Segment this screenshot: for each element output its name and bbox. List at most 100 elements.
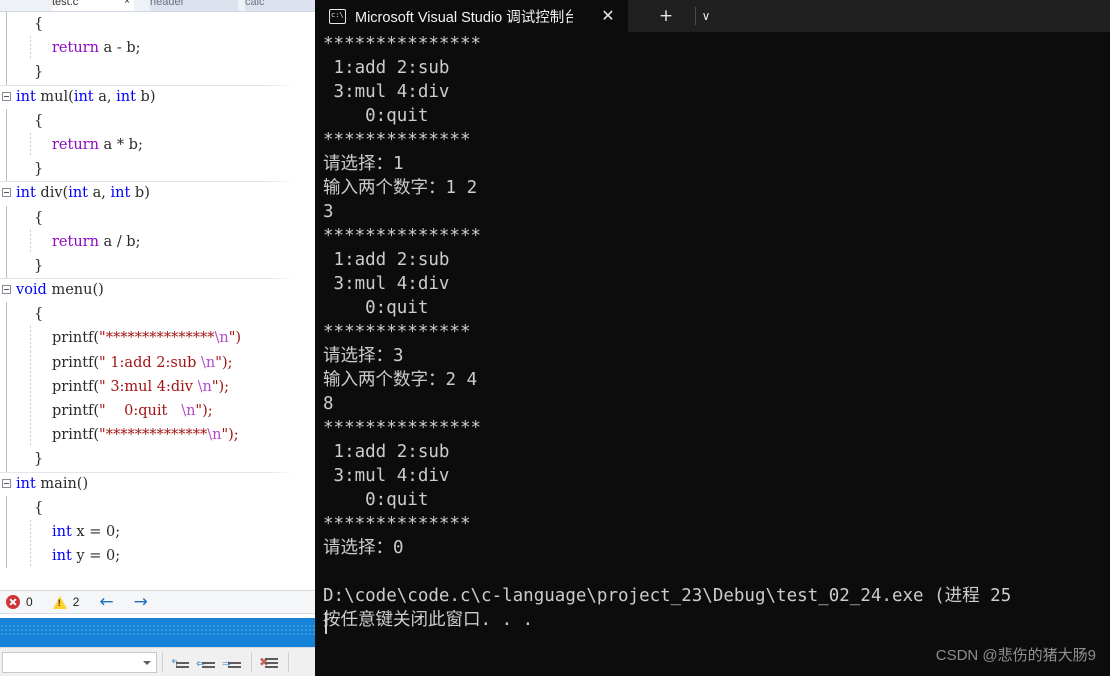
code-token: " 3:mul 4:div [99,378,198,395]
code-token: "*************** [99,330,215,347]
indent-guide [30,36,31,61]
csdn-watermark: CSDN @悲伤的猪大肠9 [935,647,1096,664]
code-token: { [34,112,44,129]
code-text: int y = 0; [16,548,120,564]
code-text: return a / b; [16,234,140,250]
code-line: int div(int a, int b) [0,181,315,205]
new-tab-button[interactable]: + [646,4,686,28]
terminal-output[interactable]: *************** 1:add 2:sub 3:mul 4:div … [315,32,1110,676]
uncomment-icon[interactable]: ↰ [168,651,194,673]
terminal-line: 3 [323,202,334,222]
code-token: int [110,185,131,202]
editor-bottom-toolbar: ↰ ⇐ ⇒ ✖ [0,647,315,676]
block-guide [6,495,7,520]
block-guide [6,447,7,472]
indent-guide [30,519,31,545]
indent-guide [30,374,31,399]
navigate-back-icon[interactable]: ← [99,593,113,611]
block-guide [6,519,7,545]
code-text: int mul(int a, int b) [16,89,155,105]
code-token: "); [195,403,213,419]
editor-tab-2[interactable]: calc [245,0,315,11]
editor-tab-1[interactable]: header [150,0,238,11]
code-text: printf("**************\n"); [16,427,239,443]
code-token: int [16,185,36,202]
block-guide [6,544,7,569]
terminal-line: 请选择：3 [323,346,404,366]
indent-icon[interactable]: ⇒ [220,651,246,673]
editor-tab-0[interactable]: test.c × [52,0,134,11]
code-editor-surface[interactable]: { return a - b;} int mul(int a, int b) { ret… [0,12,315,590]
code-text: { [16,306,43,322]
code-text: printf(" 1:add 2:sub \n"); [16,355,233,371]
code-token: x = 0; [71,523,121,540]
terminal-line: 0:quit [323,490,429,510]
code-token: a - b; [98,40,141,57]
terminal-line: 1:add 2:sub [323,250,450,270]
code-token: menu() [46,282,104,299]
terminal-line: ************** [323,514,471,534]
code-text: void menu() [16,282,104,298]
collapse-toggle-icon[interactable] [2,285,11,295]
code-line: return a - b; [0,36,315,61]
code-token: { [34,306,44,323]
code-token: a, [88,185,111,202]
terminal-lines-container: *************** 1:add 2:sub 3:mul 4:div … [323,32,1110,632]
editor-tab-label: calc [245,0,265,8]
terminal-window: Microsoft Visual Studio 调试控制台 ✕ + ∨ ****… [315,0,1110,676]
terminal-line: *************** [323,418,482,438]
code-token: int [16,475,36,492]
code-text: { [16,500,43,516]
block-guide [6,60,7,85]
terminal-line: 0:quit [323,298,429,318]
collapse-toggle-icon[interactable] [2,188,11,198]
scope-dropdown[interactable] [2,651,157,673]
toolbar-divider [162,652,163,672]
clear-all-icon[interactable]: ✖ [257,651,283,673]
code-token: } [34,451,44,468]
indent-guide [30,544,31,569]
region-separator [0,278,315,280]
terminal-tab-active[interactable]: Microsoft Visual Studio 调试控制台 [315,0,628,32]
region-separator [0,181,315,183]
code-token: b) [135,88,156,105]
code-token: main() [35,475,89,492]
code-text: { [16,113,43,129]
code-text: return a - b; [16,40,141,56]
terminal-line: *************** [323,34,482,54]
code-token: \n [197,378,212,395]
code-token: ") [228,330,242,347]
block-guide [6,253,7,279]
close-tab-icon[interactable]: ✕ [598,6,618,26]
outdent-icon[interactable]: ⇐ [194,651,220,673]
code-line: printf("**************\n"); [0,423,315,448]
collapse-toggle-icon[interactable] [2,478,11,488]
block-guide [6,374,7,399]
code-token: printf( [52,427,100,444]
toolbar-divider [251,652,252,672]
close-icon[interactable]: × [124,0,130,11]
terminal-tab-title: Microsoft Visual Studio 调试控制台 [355,9,573,26]
region-separator [0,84,315,86]
chevron-down-icon[interactable]: ∨ [686,4,726,28]
block-guide [6,36,7,61]
code-token: \n [214,330,229,347]
selected-row-highlight[interactable] [0,617,315,647]
collapse-toggle-icon[interactable] [2,91,11,101]
code-line: void menu() [0,278,315,302]
error-list-status-bar: 0 2 ← → [0,590,315,614]
code-token: int [16,88,36,105]
navigate-forward-icon[interactable]: → [134,593,148,611]
block-guide [6,108,7,133]
block-guide [6,302,7,327]
block-guide [6,423,7,448]
terminal-line: 3:mul 4:div [323,82,450,102]
code-token: "************** [99,427,208,444]
error-icon [6,595,20,609]
toolbar-divider [288,652,289,672]
code-token: b) [130,185,150,202]
code-token: "); [215,354,233,371]
code-text: int x = 0; [16,524,120,540]
terminal-line: 3:mul 4:div [323,274,450,294]
code-text: } [16,161,43,177]
